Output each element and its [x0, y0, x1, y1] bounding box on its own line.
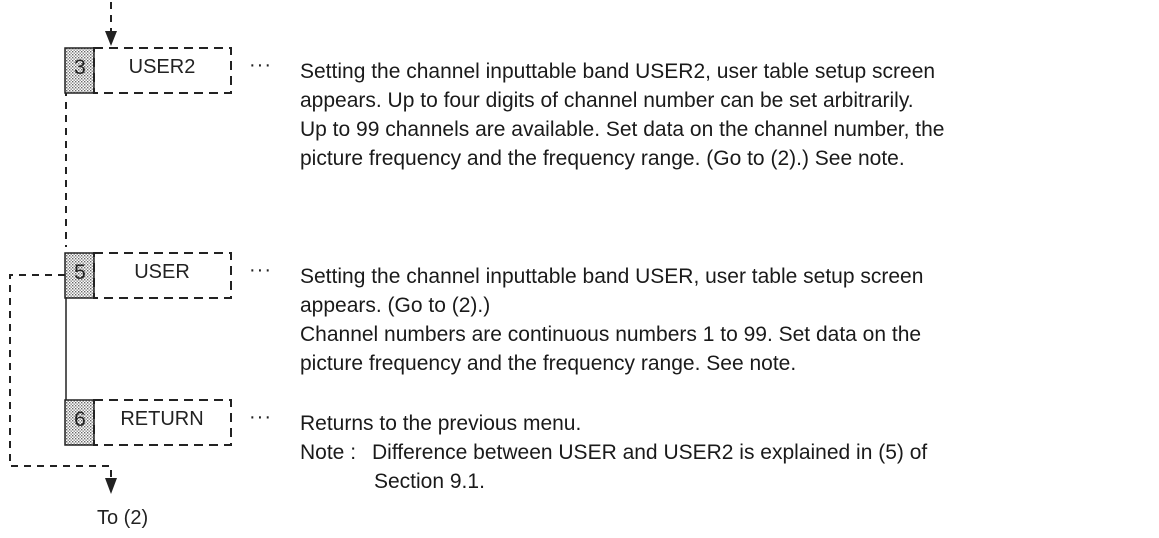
note-line: Section 9.1.	[374, 470, 485, 493]
key-number-5: 5	[74, 261, 86, 284]
description-line: appears. Up to four digits of channel nu…	[300, 89, 914, 112]
description-user: Setting the channel inputtable band USER…	[300, 262, 1150, 378]
ellipsis-marker: ···	[249, 54, 272, 76]
note-body: Difference between USER and USER2 is exp…	[372, 438, 1150, 496]
exit-label: To (2)	[97, 507, 149, 529]
exit-arrowhead	[105, 478, 117, 494]
entry-arrowhead	[105, 31, 117, 46]
description-line: Setting the channel inputtable band USER…	[300, 265, 924, 288]
ellipsis-marker: ···	[249, 259, 272, 281]
description-user2: Setting the channel inputtable band USER…	[300, 57, 1150, 173]
description-line: Returns to the previous menu.	[300, 412, 582, 435]
description-line: Setting the channel inputtable band USER…	[300, 60, 936, 83]
ellipsis-marker: ···	[249, 406, 272, 428]
key-number-6: 6	[74, 408, 86, 431]
note-line: Difference between USER and USER2 is exp…	[372, 441, 928, 464]
description-line: picture frequency and the frequency rang…	[300, 147, 905, 170]
key-label-user: USER	[134, 261, 190, 283]
key-number-3: 3	[74, 56, 86, 79]
loop-flow-line	[9, 274, 112, 480]
key-label-user2: USER2	[128, 56, 196, 78]
description-line: Up to 99 channels are available. Set dat…	[300, 118, 945, 141]
note-heading: Note :	[300, 441, 357, 464]
description-return: Returns to the previous menu. Note : Dif…	[300, 409, 1150, 496]
key-label-return: RETURN	[120, 408, 204, 430]
description-line: appears. (Go to (2).)	[300, 294, 491, 317]
description-line: picture frequency and the frequency rang…	[300, 352, 797, 375]
note: Note : Difference between USER and USER2…	[300, 438, 1150, 496]
description-line: Channel numbers are continuous numbers 1…	[300, 323, 922, 346]
